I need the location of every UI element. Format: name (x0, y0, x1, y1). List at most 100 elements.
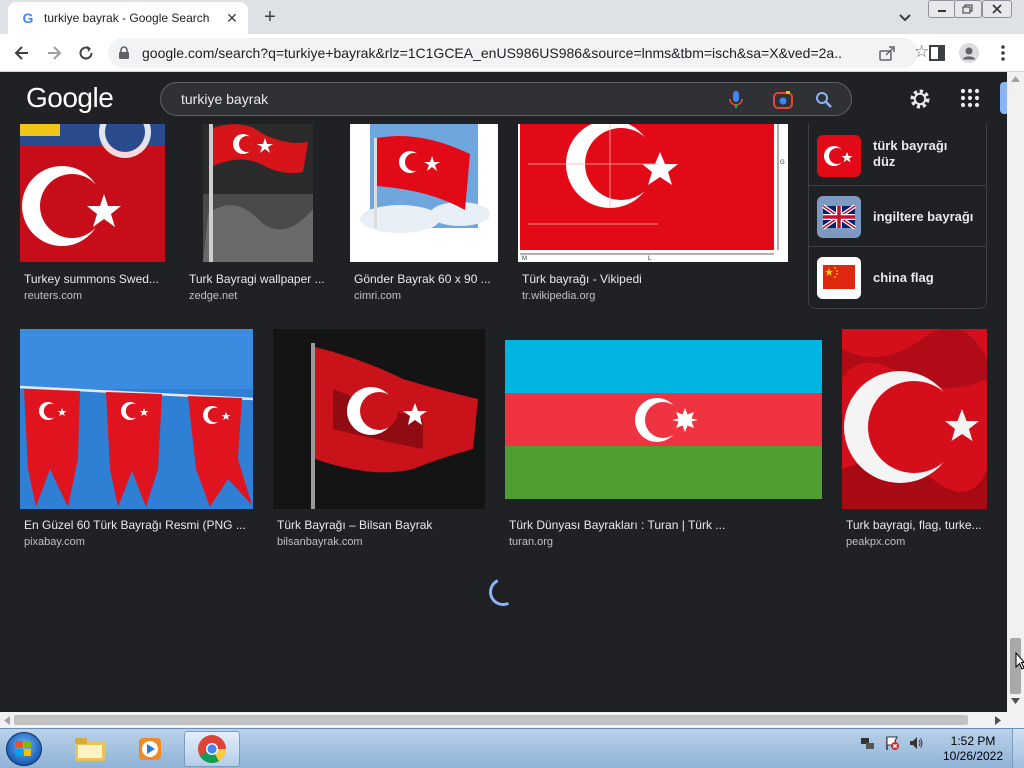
result-title[interactable]: Gönder Bayrak 60 x 90 ... (354, 272, 491, 286)
reload-button[interactable] (74, 41, 98, 65)
network-icon[interactable] (860, 735, 876, 751)
result-thumbnail[interactable] (20, 124, 165, 262)
screen: G turkiye bayrak - Google Search ✕ + goo… (0, 0, 1024, 768)
result-source[interactable]: pixabay.com (24, 536, 85, 548)
related-search-item[interactable]: ingiltere bayrağı (809, 187, 986, 247)
related-thumbnail (817, 135, 861, 177)
taskbar-chrome[interactable] (184, 731, 240, 767)
related-search-label: ingiltere bayrağı (873, 209, 974, 224)
related-search-label: china flag (873, 270, 934, 285)
related-search-item[interactable]: china flag (809, 248, 986, 308)
result-thumbnail[interactable] (273, 329, 485, 509)
browser-toolbar: google.com/search?q=turkiye+bayrak&rlz=1… (0, 34, 1024, 72)
related-search-label: türk bayrağı düz (873, 138, 948, 169)
action-center-flag-icon[interactable] (884, 735, 900, 751)
scrollbar-corner (1007, 712, 1024, 728)
google-lens-icon[interactable] (773, 91, 793, 109)
scroll-down-icon[interactable] (1011, 698, 1020, 704)
svg-text:M: M (522, 256, 527, 262)
address-bar[interactable]: google.com/search?q=turkiye+bayrak&rlz=1… (108, 38, 929, 68)
close-window-button[interactable] (982, 0, 1012, 18)
result-title[interactable]: Türk Dünyası Bayrakları : Turan | Türk .… (509, 518, 725, 532)
system-tray (860, 735, 924, 751)
share-icon[interactable] (878, 44, 896, 62)
url-text: google.com/search?q=turkiye+bayrak&rlz=1… (142, 45, 842, 61)
loading-spinner-icon (485, 574, 521, 610)
show-desktop-button[interactable] (1012, 729, 1024, 768)
lock-icon (119, 46, 129, 59)
result-source[interactable]: turan.org (509, 536, 553, 548)
result-title[interactable]: Türk Bayrağı – Bilsan Bayrak (277, 518, 432, 532)
avatar-icon (959, 43, 979, 63)
result-source[interactable]: zedge.net (189, 290, 237, 302)
search-icon[interactable] (815, 91, 833, 109)
restore-button[interactable] (954, 0, 982, 18)
result-thumbnail[interactable] (20, 329, 253, 509)
new-tab-button[interactable]: + (258, 6, 282, 30)
result-source[interactable]: peakpx.com (846, 536, 905, 548)
reload-icon (79, 46, 93, 60)
mouse-cursor-icon (1015, 652, 1024, 670)
scroll-right-icon[interactable] (995, 716, 1001, 725)
folder-icon (75, 738, 105, 761)
vertical-scrollbar[interactable] (1007, 72, 1024, 712)
google-favicon-icon: G (22, 10, 34, 26)
result-source[interactable]: reuters.com (24, 290, 82, 302)
taskbar-explorer[interactable] (62, 731, 118, 767)
forward-button[interactable] (42, 41, 66, 65)
taskbar-media-player[interactable] (122, 731, 178, 767)
back-button[interactable] (10, 41, 34, 65)
taskbar-clock[interactable]: 1:52 PM 10/26/2022 (940, 734, 1006, 764)
result-source[interactable]: bilsanbayrak.com (277, 536, 363, 548)
search-input[interactable]: turkiye bayrak (181, 91, 268, 107)
chrome-menu-button[interactable] (992, 42, 1014, 64)
google-logo[interactable]: Google (26, 82, 114, 114)
related-thumbnail (817, 257, 861, 299)
microphone-icon[interactable] (729, 91, 743, 109)
result-title[interactable]: Türk bayrağı - Vikipedi (522, 272, 642, 286)
related-search-item[interactable]: türk bayrağı düz (809, 126, 986, 186)
arrow-right-icon (48, 46, 62, 60)
related-thumbnail (817, 196, 861, 238)
kebab-menu-icon (1001, 45, 1005, 61)
result-title[interactable]: En Güzel 60 Türk Bayrağı Resmi (PNG ... (24, 518, 246, 532)
result-thumbnail[interactable] (203, 124, 313, 262)
svg-text:G: G (780, 160, 785, 166)
profile-button[interactable] (958, 42, 980, 64)
image-results: Turkey summons Swed... reuters.com Turk … (0, 124, 1007, 712)
tab-google-search[interactable]: G turkiye bayrak - Google Search ✕ (8, 2, 248, 34)
horizontal-scroll-thumb[interactable] (14, 715, 968, 725)
tab-strip: G turkiye bayrak - Google Search ✕ + (0, 0, 1024, 34)
start-button[interactable] (6, 732, 42, 766)
chevron-down-icon[interactable] (896, 8, 914, 26)
result-title[interactable]: Turkey summons Swed... (24, 272, 159, 286)
chrome-icon (198, 735, 226, 763)
clock-date: 10/26/2022 (942, 749, 1004, 763)
horizontal-scrollbar[interactable] (0, 712, 1007, 728)
side-panel-button[interactable] (926, 42, 948, 64)
scroll-up-icon[interactable] (1011, 76, 1020, 82)
windows-taskbar: 1:52 PM 10/26/2022 (0, 728, 1024, 768)
google-header: Google turkiye bayrak (0, 72, 1008, 124)
result-thumbnail[interactable]: M L G (518, 124, 788, 262)
apps-grid-icon[interactable] (960, 88, 980, 108)
result-title[interactable]: Turk Bayragi wallpaper ... (189, 272, 325, 286)
minimize-button[interactable] (928, 0, 956, 18)
close-tab-icon[interactable]: ✕ (224, 10, 240, 26)
search-box[interactable]: turkiye bayrak (160, 82, 852, 116)
media-player-icon (139, 738, 161, 760)
result-title[interactable]: Turk bayragi, flag, turke... (846, 518, 982, 532)
scroll-left-icon[interactable] (4, 716, 10, 725)
arrow-left-icon (14, 46, 28, 60)
related-searches-panel: türk bayrağı düz ingiltere bayrağı china… (808, 124, 987, 309)
gear-icon[interactable] (908, 87, 932, 111)
result-source[interactable]: cimri.com (354, 290, 401, 302)
windows-logo-icon (16, 741, 31, 756)
tab-title: turkiye bayrak - Google Search (44, 11, 210, 25)
side-panel-icon (929, 45, 945, 61)
result-thumbnail[interactable] (505, 340, 822, 499)
result-source[interactable]: tr.wikipedia.org (522, 290, 595, 302)
result-thumbnail[interactable] (350, 124, 498, 262)
result-thumbnail[interactable] (842, 329, 987, 509)
volume-icon[interactable] (908, 735, 924, 751)
